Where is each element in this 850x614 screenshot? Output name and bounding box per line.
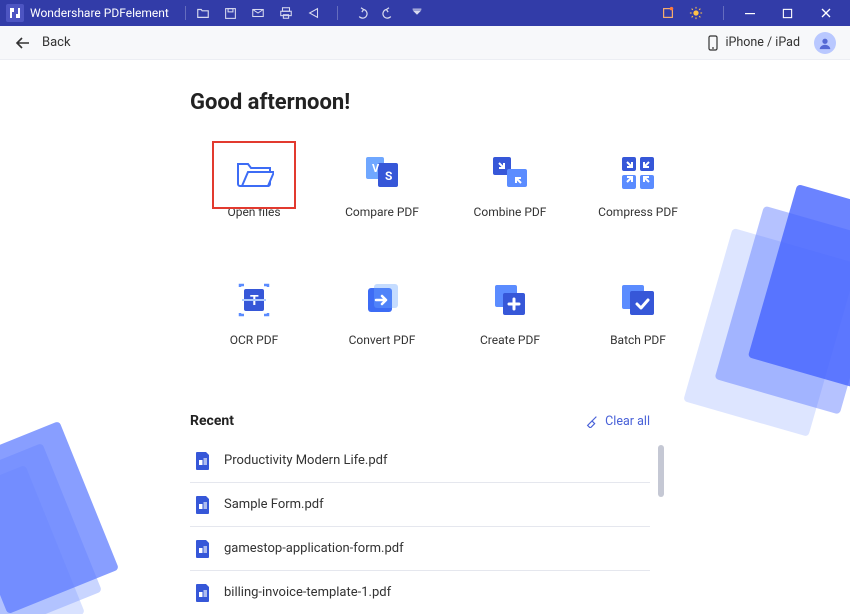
phone-icon: [707, 35, 719, 51]
window-maximize-icon[interactable]: [782, 8, 806, 19]
tile-convert-pdf[interactable]: Convert PDF: [338, 275, 426, 347]
recent-file-item[interactable]: billing-invoice-template-1.pdf: [190, 571, 650, 614]
scrollbar-thumb[interactable]: [658, 445, 664, 497]
recent-list: Productivity Modern Life.pdf Sample Form…: [190, 439, 650, 614]
tile-open-files[interactable]: Open files: [210, 147, 298, 219]
broom-icon: [585, 414, 599, 428]
tile-label: OCR PDF: [230, 333, 279, 347]
batch-pdf-icon: [620, 275, 656, 325]
tile-combine-pdf[interactable]: Combine PDF: [466, 147, 554, 219]
app-logo-icon: [6, 4, 24, 22]
pdf-file-icon: [194, 539, 212, 559]
undo-icon[interactable]: [354, 6, 368, 20]
tile-batch-pdf[interactable]: Batch PDF: [594, 275, 682, 347]
separator: [185, 6, 186, 20]
print-icon[interactable]: [279, 6, 293, 20]
app-title: Wondershare PDFelement: [30, 6, 169, 20]
back-label[interactable]: Back: [42, 35, 71, 50]
action-tiles-grid: Open files VS Compare PDF Combine PDF Co…: [190, 147, 702, 385]
tile-create-pdf[interactable]: Create PDF: [466, 275, 554, 347]
back-arrow-icon[interactable]: [14, 36, 32, 50]
title-toolbar: [196, 6, 424, 20]
device-link[interactable]: iPhone / iPad: [707, 35, 800, 51]
mail-icon[interactable]: [251, 6, 265, 20]
create-pdf-icon: [493, 275, 527, 325]
device-label: iPhone / iPad: [725, 35, 800, 50]
save-icon[interactable]: [224, 7, 237, 20]
pdf-file-icon: [194, 495, 212, 515]
highlight-box: [212, 141, 296, 209]
compress-pdf-icon: [620, 147, 656, 197]
recent-file-item[interactable]: gamestop-application-form.pdf: [190, 527, 650, 571]
recent-header: Recent Clear all: [190, 413, 650, 429]
window-close-icon[interactable]: [820, 7, 844, 19]
more-dropdown-icon[interactable]: [410, 6, 424, 20]
tile-label: Batch PDF: [610, 333, 666, 347]
titlebar-right: [661, 6, 844, 20]
tile-label: Compress PDF: [598, 205, 678, 219]
clear-all-label: Clear all: [605, 414, 650, 429]
user-avatar[interactable]: [814, 32, 836, 54]
theme-icon[interactable]: [689, 6, 703, 20]
ocr-pdf-icon: T: [236, 275, 272, 325]
decorative-shapes-left: [0, 431, 130, 614]
tile-label: Create PDF: [480, 333, 540, 347]
window-minimize-icon[interactable]: [744, 7, 768, 19]
file-name: Productivity Modern Life.pdf: [224, 453, 388, 468]
recent-file-item[interactable]: Sample Form.pdf: [190, 483, 650, 527]
file-name: Sample Form.pdf: [224, 497, 324, 512]
redo-icon[interactable]: [382, 6, 396, 20]
tile-label: Convert PDF: [349, 333, 416, 347]
content-area: Good afternoon! Open files VS Compare PD…: [0, 60, 850, 614]
subheader: Back iPhone / iPad: [0, 26, 850, 60]
share-icon[interactable]: [307, 6, 321, 20]
tile-compare-pdf[interactable]: VS Compare PDF: [338, 147, 426, 219]
tile-compress-pdf[interactable]: Compress PDF: [594, 147, 682, 219]
svg-text:S: S: [385, 169, 392, 183]
clear-all-button[interactable]: Clear all: [585, 414, 650, 429]
separator: [723, 6, 724, 20]
convert-pdf-icon: [364, 275, 400, 325]
pdf-file-icon: [194, 451, 212, 471]
recent-heading: Recent: [190, 413, 234, 429]
file-name: billing-invoice-template-1.pdf: [224, 585, 391, 600]
separator: [337, 6, 338, 20]
open-folder-icon[interactable]: [196, 6, 210, 20]
greeting-heading: Good afternoon!: [190, 90, 850, 115]
pdf-file-icon: [194, 583, 212, 603]
tile-ocr-pdf[interactable]: T OCR PDF: [210, 275, 298, 347]
notification-icon[interactable]: [661, 6, 675, 20]
tile-label: Compare PDF: [345, 205, 419, 219]
combine-pdf-icon: [491, 147, 529, 197]
tile-label: Combine PDF: [474, 205, 547, 219]
titlebar: Wondershare PDFelement: [0, 0, 850, 26]
svg-text:V: V: [372, 162, 380, 175]
recent-file-item[interactable]: Productivity Modern Life.pdf: [190, 439, 650, 483]
file-name: gamestop-application-form.pdf: [224, 541, 404, 556]
compare-pdf-icon: VS: [362, 147, 402, 197]
